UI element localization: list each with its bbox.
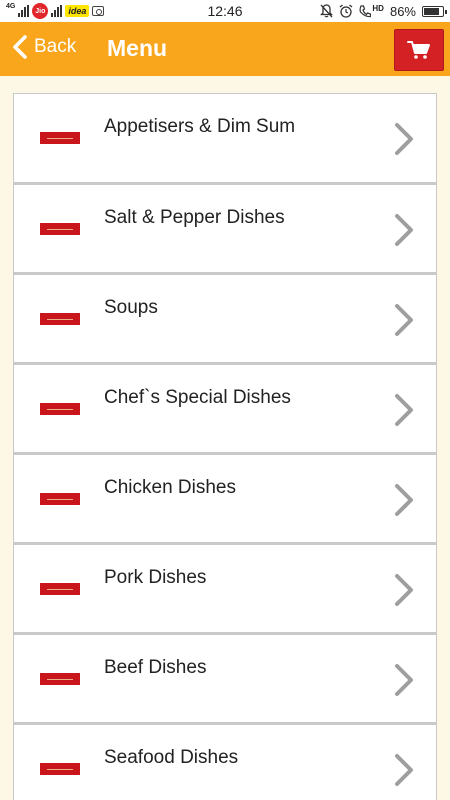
- menu-category-list: Appetisers & Dim Sum Salt & Pepper Dishes…: [13, 93, 437, 800]
- jio-carrier-icon: Jio: [32, 3, 49, 19]
- restaurant-logo: [40, 313, 80, 325]
- battery-percent: 86%: [389, 3, 416, 19]
- hd-label: HD: [372, 3, 384, 13]
- restaurant-logo: [40, 403, 80, 415]
- menu-category-item[interactable]: Salt & Pepper Dishes: [13, 183, 437, 273]
- mute-bell-icon: [320, 4, 334, 18]
- restaurant-logo: [40, 583, 80, 595]
- menu-category-label: Soups: [104, 297, 158, 318]
- call-hd-icon: HD: [359, 3, 384, 18]
- cart-button[interactable]: [394, 29, 444, 71]
- app-header: Back Menu: [0, 22, 450, 76]
- restaurant-logo: [40, 132, 80, 144]
- chevron-right-icon: [395, 484, 413, 516]
- back-label: Back: [34, 36, 77, 57]
- shopping-cart-icon: [407, 41, 430, 59]
- menu-category-item[interactable]: Seafood Dishes: [13, 723, 437, 800]
- menu-category-label: Salt & Pepper Dishes: [104, 207, 285, 228]
- chevron-right-icon: [395, 304, 413, 336]
- restaurant-logo: [40, 673, 80, 685]
- menu-category-item[interactable]: Pork Dishes: [13, 543, 437, 633]
- chevron-right-icon: [395, 394, 413, 426]
- back-button[interactable]: Back: [10, 34, 76, 60]
- menu-category-label: Beef Dishes: [104, 657, 207, 678]
- menu-category-label: Chicken Dishes: [104, 477, 236, 498]
- menu-category-item[interactable]: Beef Dishes: [13, 633, 437, 723]
- menu-category-item[interactable]: Chef`s Special Dishes: [13, 363, 437, 453]
- status-left: 4G Jio idea: [0, 0, 105, 22]
- menu-category-label: Appetisers & Dim Sum: [104, 116, 296, 137]
- chevron-right-icon: [395, 664, 413, 696]
- status-bar: 4G Jio idea 12:46 HD 86%: [0, 0, 450, 22]
- battery-icon: [422, 5, 447, 17]
- chevron-right-icon: [395, 574, 413, 606]
- page-title: Menu: [107, 35, 168, 61]
- restaurant-logo: [40, 493, 80, 505]
- alarm-icon: [340, 4, 353, 18]
- menu-category-label: Chef`s Special Dishes: [104, 387, 291, 408]
- chevron-left-icon: [13, 35, 27, 59]
- menu-category-item[interactable]: Soups: [13, 273, 437, 363]
- chevron-right-icon: [395, 123, 413, 155]
- signal-icon: [18, 5, 30, 17]
- chevron-right-icon: [395, 754, 413, 786]
- idea-carrier-icon: idea: [65, 5, 90, 17]
- menu-category-item[interactable]: Chicken Dishes: [13, 453, 437, 543]
- signal-icon-2: [51, 5, 63, 17]
- camera-icon: [92, 6, 105, 16]
- menu-category-label: Pork Dishes: [104, 567, 207, 588]
- restaurant-logo: [40, 223, 80, 235]
- status-right: HD 86%: [320, 0, 450, 22]
- menu-category-label: Seafood Dishes: [104, 747, 239, 768]
- menu-category-item[interactable]: Appetisers & Dim Sum: [13, 93, 437, 183]
- restaurant-logo: [40, 763, 80, 775]
- chevron-right-icon: [395, 214, 413, 246]
- network-type: 4G: [6, 3, 16, 10]
